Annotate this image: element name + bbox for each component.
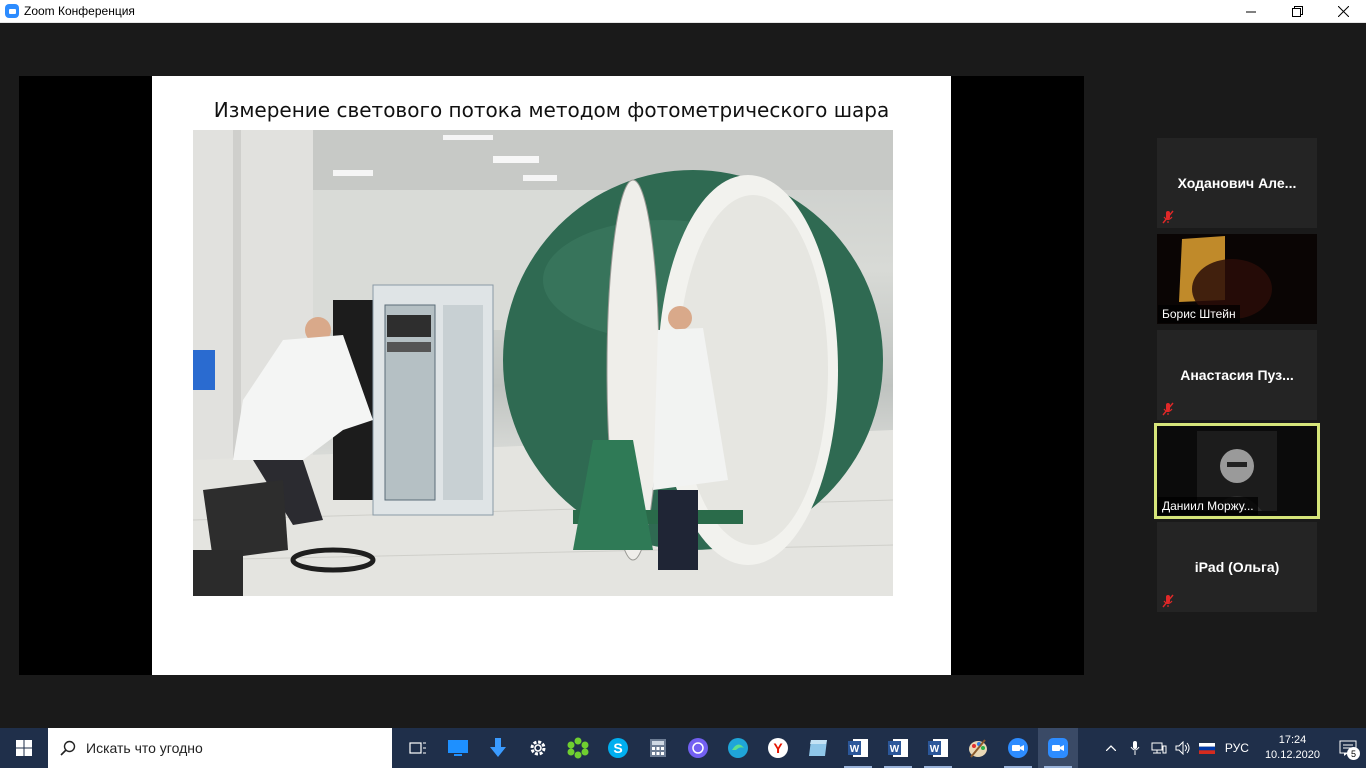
zoom-logo-icon <box>5 4 19 18</box>
taskbar-app-word-3[interactable]: W <box>918 728 958 768</box>
taskbar-app-skype[interactable]: S <box>598 728 638 768</box>
taskbar-app-notes[interactable] <box>798 728 838 768</box>
notes-icon <box>809 740 827 756</box>
russia-flag-icon <box>1198 742 1215 754</box>
clock-time: 17:24 <box>1278 734 1307 746</box>
chevron-up-icon <box>1105 745 1116 751</box>
task-view-icon <box>409 742 426 754</box>
microphone-tray-button[interactable] <box>1123 728 1147 768</box>
clock-date: 10.12.2020 <box>1264 749 1320 761</box>
volume-tray-button[interactable] <box>1171 728 1195 768</box>
skype-icon: S <box>608 738 628 758</box>
mic-muted-icon <box>1162 594 1174 608</box>
network-tray-button[interactable] <box>1147 728 1171 768</box>
taskbar-app-edge[interactable] <box>718 728 758 768</box>
zoom-icon <box>1048 738 1068 758</box>
taskbar-pinned-apps: S Y W W W <box>398 728 1078 768</box>
system-tray: РУС 17:24 10.12.2020 5 <box>1099 728 1366 768</box>
search-icon <box>60 740 76 756</box>
title-bar: Zoom Конференция <box>0 0 1366 23</box>
taskbar-app-settings[interactable] <box>518 728 558 768</box>
mic-muted-icon <box>1162 210 1174 224</box>
zoom-icon <box>1008 738 1028 758</box>
svg-text:Y: Y <box>773 740 783 756</box>
word-icon: W <box>928 739 948 757</box>
participant-name: Анастасия Пуз... <box>1180 367 1294 383</box>
svg-text:W: W <box>930 744 940 755</box>
screen-share-view[interactable]: Измерение светового потока методом фотом… <box>19 76 1084 675</box>
settings-icon <box>530 740 546 756</box>
taskbar-app-icq[interactable] <box>558 728 598 768</box>
participant-name: Борис Штейн <box>1158 305 1240 323</box>
window-title: Zoom Конференция <box>24 4 135 18</box>
taskbar-app-viber[interactable] <box>678 728 718 768</box>
download-icon <box>490 738 506 757</box>
taskbar-search[interactable]: Искать что угодно <box>48 728 392 768</box>
mic-muted-icon <box>1162 402 1174 416</box>
restore-button[interactable] <box>1274 0 1320 23</box>
participant-video-tile[interactable]: Борис Штейн <box>1157 234 1317 324</box>
taskbar-app-desktop[interactable] <box>438 728 478 768</box>
calculator-icon <box>650 739 666 757</box>
taskbar-app-paint[interactable] <box>958 728 998 768</box>
participant-tile[interactable]: Ходанович Але... <box>1157 138 1317 228</box>
show-hidden-icons-button[interactable] <box>1099 728 1123 768</box>
windows-taskbar: Искать что угодно S Y W W W РУС 17:24 10… <box>0 728 1366 768</box>
action-center-button[interactable]: 5 <box>1330 728 1366 768</box>
svg-text:W: W <box>850 744 860 755</box>
paint-icon <box>969 739 987 758</box>
participant-tile[interactable]: iPad (Ольга) <box>1157 522 1317 612</box>
start-button[interactable] <box>0 728 48 768</box>
network-icon <box>1151 742 1167 754</box>
minimize-icon <box>1246 11 1256 12</box>
taskbar-app-yandex[interactable]: Y <box>758 728 798 768</box>
presentation-slide: Измерение светового потока методом фотом… <box>152 76 951 675</box>
notification-count-badge: 5 <box>1347 747 1360 760</box>
taskbar-app-word-2[interactable]: W <box>878 728 918 768</box>
word-icon: W <box>848 739 868 757</box>
word-icon: W <box>888 739 908 757</box>
taskbar-clock[interactable]: 17:24 10.12.2020 <box>1265 733 1320 763</box>
slide-title: Измерение светового потока методом фотом… <box>213 98 890 122</box>
taskbar-app-calculator[interactable] <box>638 728 678 768</box>
close-button[interactable] <box>1320 0 1366 23</box>
volume-icon <box>1175 741 1190 755</box>
participant-name: Ходанович Але... <box>1177 175 1297 191</box>
close-icon <box>1337 6 1349 17</box>
taskbar-app-zoom-meeting[interactable] <box>1038 728 1078 768</box>
icq-icon <box>567 737 589 759</box>
edge-icon <box>728 738 748 758</box>
windows-logo-icon <box>16 740 32 756</box>
yandex-icon: Y <box>768 738 788 758</box>
language-flag[interactable] <box>1195 728 1219 768</box>
meeting-area: Измерение светового потока методом фотом… <box>0 23 1366 728</box>
participant-name: iPad (Ольга) <box>1194 559 1280 575</box>
window-controls <box>1228 0 1366 23</box>
participant-video-tile-active-speaker[interactable]: Даниил Моржу... <box>1154 423 1320 519</box>
participant-tile[interactable]: Анастасия Пуз... <box>1157 330 1317 420</box>
search-placeholder: Искать что угодно <box>86 740 203 756</box>
slide-photo <box>193 130 893 596</box>
taskbar-app-word-1[interactable]: W <box>838 728 878 768</box>
integrating-sphere-photo <box>193 130 893 596</box>
desktop-icon <box>448 740 468 756</box>
taskbar-app-downloads[interactable] <box>478 728 518 768</box>
svg-text:S: S <box>613 740 622 756</box>
participant-name: Даниил Моржу... <box>1158 497 1258 515</box>
restore-icon <box>1291 6 1303 17</box>
input-language[interactable]: РУС <box>1225 741 1249 755</box>
minimize-button[interactable] <box>1228 0 1274 23</box>
taskbar-app-zoom[interactable] <box>998 728 1038 768</box>
microphone-icon <box>1130 741 1140 755</box>
viber-icon <box>688 738 708 758</box>
svg-text:W: W <box>890 744 900 755</box>
task-view-button[interactable] <box>398 728 438 768</box>
